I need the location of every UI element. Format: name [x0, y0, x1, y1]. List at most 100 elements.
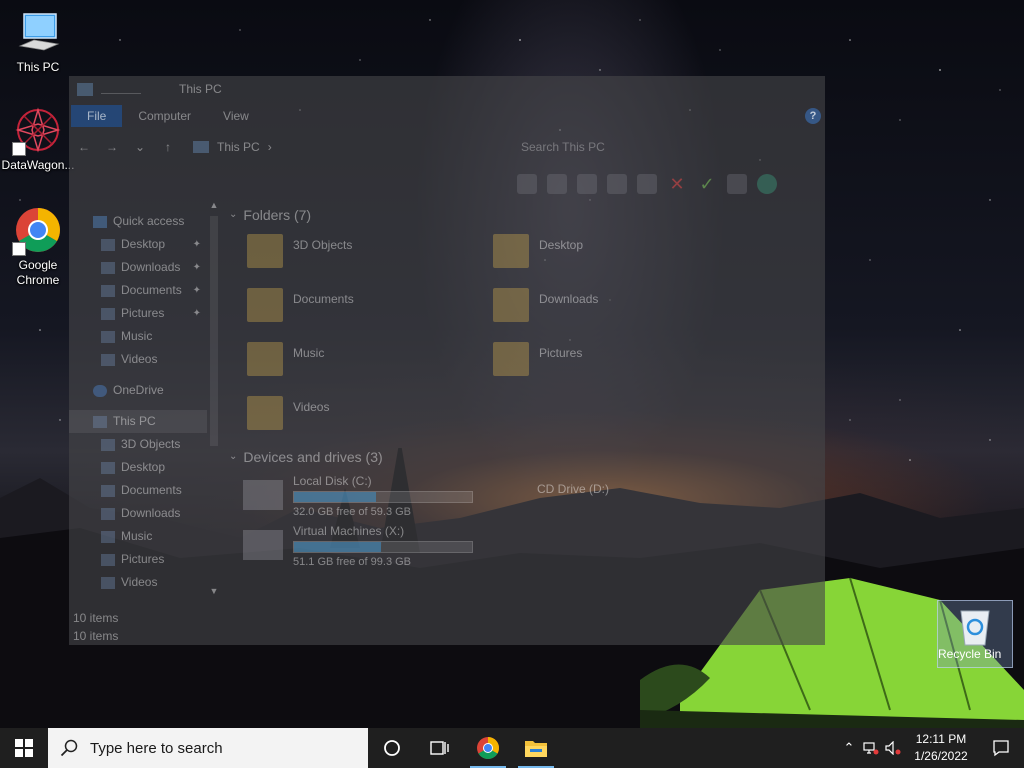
sidebar-label: Documents: [121, 283, 182, 297]
open-folder-icon[interactable]: [547, 174, 567, 194]
folder-3d-objects[interactable]: 3D Objects: [247, 234, 487, 282]
taskbar-search-box[interactable]: Type here to search: [48, 728, 368, 768]
desktop-icon-chrome[interactable]: Google Chrome: [0, 206, 76, 288]
desktop-icon-recycle-bin[interactable]: Recycle Bin: [937, 600, 1013, 668]
breadcrumb-this-pc: This PC: [217, 140, 260, 154]
scroll-thumb[interactable]: [210, 216, 218, 446]
sidebar-this-pc[interactable]: This PC: [69, 410, 207, 433]
quick-access-toolbar[interactable]: [101, 84, 141, 94]
action-center-button[interactable]: [978, 728, 1024, 768]
globe-icon[interactable]: [757, 174, 777, 194]
drive-name: Local Disk (C:): [293, 474, 372, 488]
drive-virtual-machines-x[interactable]: Virtual Machines (X:) 51.1 GB free of 99…: [243, 524, 483, 568]
sidebar-scrollbar[interactable]: ▲ ▼: [207, 200, 221, 600]
scroll-down-icon[interactable]: ▼: [207, 586, 221, 600]
devices-group-header[interactable]: ⌄ Devices and drives (3): [229, 446, 383, 468]
taskbar-file-explorer-button[interactable]: [512, 728, 560, 768]
drive-usage-fill: [294, 492, 376, 502]
recent-chevron-icon[interactable]: ⌄: [133, 140, 147, 154]
sidebar-item-downloads[interactable]: Downloads ✦: [69, 256, 207, 279]
folder-desktop[interactable]: Desktop: [493, 234, 733, 282]
explorer-titlebar[interactable]: This PC: [69, 76, 825, 102]
file-explorer-window[interactable]: This PC File Computer View ? ← → ⌄ ↑ Thi…: [69, 76, 825, 645]
sidebar-item-pictures[interactable]: Pictures ✦: [69, 302, 207, 325]
clock[interactable]: 12:11 PM 1/26/2022: [904, 731, 978, 765]
delete-x-icon[interactable]: ✕: [667, 174, 687, 194]
checkmark-icon[interactable]: ✓: [697, 174, 717, 194]
sidebar-onedrive[interactable]: OneDrive: [69, 379, 207, 402]
sidebar-item-documents[interactable]: Documents ✦: [69, 279, 207, 302]
folder-videos[interactable]: Videos: [247, 396, 487, 444]
show-hidden-icons-chevron-icon[interactable]: ⌃: [838, 728, 860, 768]
tab-view[interactable]: View: [207, 105, 265, 127]
sidebar-item-videos[interactable]: Videos: [69, 348, 207, 371]
collapse-chevron-icon: ⌄: [229, 451, 238, 462]
sidebar-item-pc-desktop[interactable]: Desktop: [69, 456, 207, 479]
help-icon[interactable]: ?: [805, 108, 821, 124]
sidebar-item-pc-documents[interactable]: Documents: [69, 479, 207, 502]
breadcrumb[interactable]: This PC ›: [193, 140, 272, 154]
rename-icon[interactable]: [577, 174, 597, 194]
start-button[interactable]: [0, 728, 48, 768]
tab-computer[interactable]: Computer: [122, 105, 207, 127]
folder-documents[interactable]: Documents: [247, 288, 487, 336]
downloads-folder-icon: [493, 288, 529, 322]
file-explorer-icon: [525, 741, 547, 757]
cortana-button[interactable]: [368, 728, 416, 768]
folder-music[interactable]: Music: [247, 342, 487, 390]
display-icon[interactable]: [727, 174, 747, 194]
sidebar-quick-access[interactable]: Quick access: [69, 210, 207, 233]
music-folder-icon: [101, 530, 115, 543]
this-pc-small-icon: [77, 82, 93, 96]
network-icon[interactable]: [860, 728, 882, 768]
folders-group-header[interactable]: ⌄ Folders (7): [229, 204, 819, 226]
drive-local-disk-c[interactable]: Local Disk (C:) 32.0 GB free of 59.3 GB: [243, 474, 483, 518]
windows-drive-icon: [243, 480, 283, 510]
search-box[interactable]: Search This PC: [521, 140, 811, 158]
folders-header-label: Folders (7): [243, 207, 312, 223]
desktop-folder-icon: [493, 234, 529, 268]
forward-arrow-icon[interactable]: →: [105, 140, 119, 154]
sidebar-item-pc-pictures[interactable]: Pictures: [69, 548, 207, 571]
scroll-up-icon[interactable]: ▲: [207, 200, 221, 214]
datawagon-icon: [12, 106, 62, 156]
desktop-icon-this-pc[interactable]: This PC: [0, 8, 76, 75]
pin-icon: ✦: [192, 308, 201, 319]
document-icon[interactable]: [637, 174, 657, 194]
network-icon[interactable]: [607, 174, 627, 194]
drive-cd-d[interactable]: CD Drive (D:): [487, 474, 727, 518]
drive-name: CD Drive (D:): [537, 482, 609, 496]
volume-muted-icon[interactable]: [882, 728, 904, 768]
pin-icon: ✦: [192, 239, 201, 250]
task-view-icon: [430, 741, 449, 755]
sidebar-item-music[interactable]: Music: [69, 325, 207, 348]
sidebar-label: Music: [121, 529, 153, 543]
folder-name: Music: [293, 346, 325, 360]
status-item-count: 10 items: [73, 611, 119, 625]
sidebar-label: Pictures: [121, 552, 165, 566]
this-pc-label: This PC: [16, 60, 60, 74]
up-arrow-icon[interactable]: ↑: [161, 140, 175, 154]
taskbar: Type here to search ⌃ 12:11 PM 1/26/2022: [0, 728, 1024, 768]
breadcrumb-chevron-icon: ›: [267, 140, 272, 154]
sidebar-item-pc-downloads[interactable]: Downloads: [69, 502, 207, 525]
task-view-button[interactable]: [416, 728, 464, 768]
notification-icon: [993, 740, 1009, 757]
sidebar-item-desktop[interactable]: Desktop ✦: [69, 233, 207, 256]
folder-name: Desktop: [539, 238, 584, 252]
search-icon: [60, 739, 78, 757]
sidebar-item-3d-objects[interactable]: 3D Objects: [69, 433, 207, 456]
folder-pictures[interactable]: Pictures: [493, 342, 733, 390]
drive-free-space: 32.0 GB free of 59.3 GB: [293, 506, 412, 518]
tab-file[interactable]: File: [71, 105, 123, 127]
back-arrow-icon[interactable]: ←: [77, 140, 91, 154]
sidebar-item-pc-videos[interactable]: Videos: [69, 571, 207, 594]
folder-downloads[interactable]: Downloads: [493, 288, 733, 336]
sidebar-item-pc-music[interactable]: Music: [69, 525, 207, 548]
star-icon: [93, 215, 107, 228]
desktop-icon-datawagon[interactable]: DataWagon...: [0, 106, 76, 173]
3d-objects-folder-icon: [101, 438, 115, 451]
sidebar-label: Quick access: [113, 214, 185, 228]
properties-icon[interactable]: [517, 174, 537, 194]
taskbar-chrome-button[interactable]: [464, 728, 512, 768]
